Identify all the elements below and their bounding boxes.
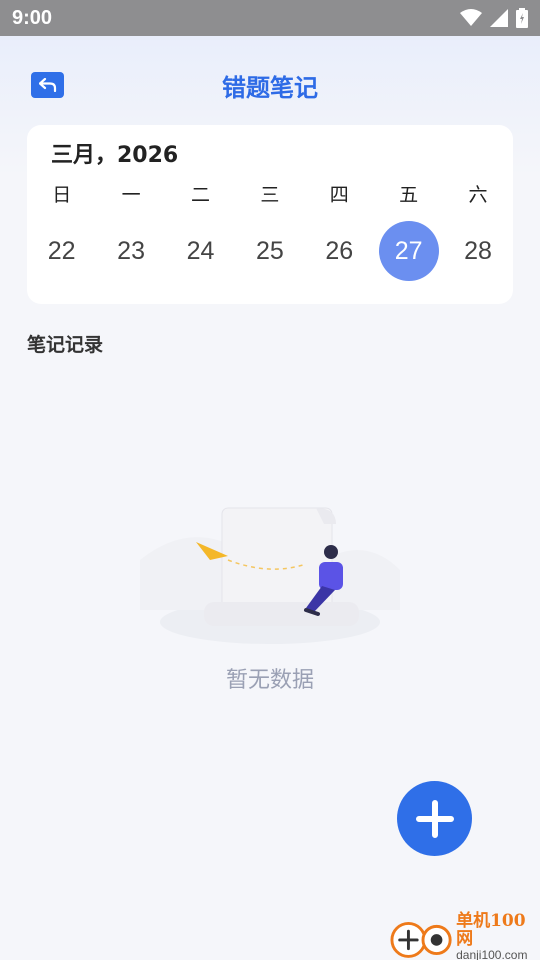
date-cell: 28	[443, 221, 512, 281]
status-bar: 9:00	[0, 0, 540, 36]
battery-icon	[516, 8, 528, 28]
status-time: 9:00	[12, 6, 53, 29]
weekday-sun: 日	[52, 183, 72, 206]
date-23[interactable]: 23	[101, 221, 161, 281]
weekday-sat: 六	[468, 183, 488, 206]
wifi-icon	[460, 9, 482, 26]
weekday-tue: 二	[190, 183, 210, 206]
add-note-button[interactable]	[397, 781, 472, 856]
weekday-thu: 四	[329, 183, 349, 206]
empty-state-text: 暂无数据	[225, 668, 314, 693]
watermark-url: danji100.com	[456, 948, 528, 960]
month-label: 三月，2026	[51, 143, 179, 168]
date-27-selected[interactable]: 27	[378, 221, 439, 281]
notes-section-title: 笔记记录	[27, 334, 104, 356]
weekday-wed: 三	[260, 183, 280, 206]
plus-icon	[415, 799, 454, 838]
date-24[interactable]: 24	[170, 221, 230, 281]
date-cell: 27	[374, 221, 443, 281]
watermark-logo-icon	[390, 921, 452, 958]
page-title: 错题笔记	[222, 73, 318, 102]
weekday-mon: 一	[121, 183, 141, 206]
date-cell: 26	[305, 221, 374, 281]
watermark: 单机100网 danji100.com	[390, 913, 540, 960]
date-cell: 22	[27, 221, 96, 281]
status-icons	[460, 8, 528, 28]
date-25[interactable]: 25	[240, 221, 300, 281]
calendar-card: 三月，2026 日 一 二 三 四 五 六 22 23 24 25 26 27 …	[27, 125, 513, 304]
empty-state-illustration	[140, 507, 400, 644]
date-cell: 23	[96, 221, 165, 281]
watermark-brand: 单机100网	[456, 911, 526, 950]
date-28[interactable]: 28	[448, 221, 508, 281]
weekday-row: 日 一 二 三 四 五 六	[27, 179, 513, 207]
date-22[interactable]: 22	[32, 221, 92, 281]
watermark-text: 单机100网 danji100.com	[456, 913, 540, 960]
back-button[interactable]	[31, 72, 64, 98]
header: 错题笔记	[0, 60, 540, 110]
weekday-fri: 五	[399, 183, 419, 206]
back-arrow-icon	[38, 78, 56, 92]
signal-icon	[490, 9, 508, 27]
date-cell: 24	[166, 221, 235, 281]
date-26[interactable]: 26	[309, 221, 369, 281]
date-cell: 25	[235, 221, 304, 281]
date-row: 22 23 24 25 26 27 28	[27, 221, 513, 281]
